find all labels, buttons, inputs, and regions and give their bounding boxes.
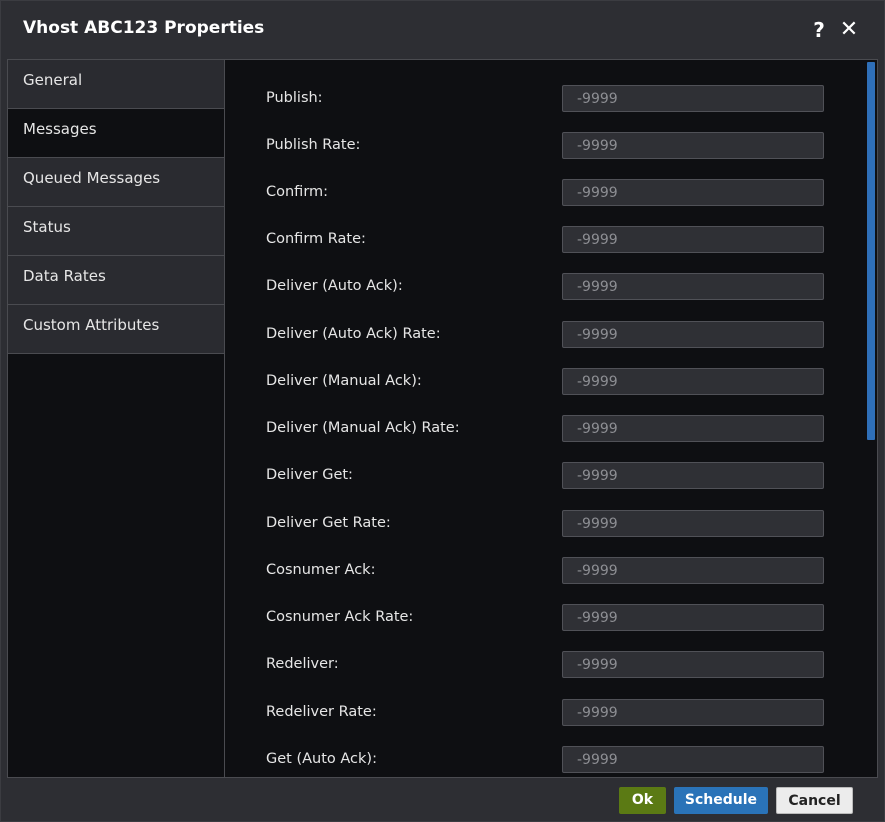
form-row: Cosnumer Ack: xyxy=(225,557,865,587)
redeliver-rate-input[interactable] xyxy=(562,699,824,726)
schedule-button[interactable]: Schedule xyxy=(674,787,768,814)
properties-dialog: Vhost ABC123 Properties ? ✕ General Mess… xyxy=(0,0,885,822)
dialog-content: General Messages Queued Messages Status … xyxy=(7,59,878,778)
form-row: Confirm Rate: xyxy=(225,226,865,256)
form-row: Cosnumer Ack Rate: xyxy=(225,604,865,634)
form-row: Deliver (Manual Ack) Rate: xyxy=(225,415,865,445)
publish-rate-input[interactable] xyxy=(562,132,824,159)
consumer-ack-rate-input[interactable] xyxy=(562,604,824,631)
field-label: Confirm: xyxy=(266,184,329,200)
deliver-auto-ack-input[interactable] xyxy=(562,273,824,300)
form-row: Confirm: xyxy=(225,179,865,209)
confirm-input[interactable] xyxy=(562,179,824,206)
field-label: Cosnumer Ack: xyxy=(266,562,376,578)
form-row: Redeliver Rate: xyxy=(225,699,865,729)
field-label: Redeliver: xyxy=(266,656,339,672)
field-label: Deliver (Manual Ack): xyxy=(266,373,422,389)
sidebar-item-custom-attributes[interactable]: Custom Attributes xyxy=(8,305,224,354)
sidebar-item-queued-messages[interactable]: Queued Messages xyxy=(8,158,224,207)
field-label: Redeliver Rate: xyxy=(266,704,377,720)
deliver-manual-ack-input[interactable] xyxy=(562,368,824,395)
sidebar-item-status[interactable]: Status xyxy=(8,207,224,256)
get-auto-ack-input[interactable] xyxy=(562,746,824,773)
sidebar-item-label: Status xyxy=(23,218,71,236)
form-row: Deliver Get: xyxy=(225,462,865,492)
sidebar-item-label: Custom Attributes xyxy=(23,316,160,334)
cancel-button[interactable]: Cancel xyxy=(776,787,853,814)
deliver-get-input[interactable] xyxy=(562,462,824,489)
deliver-auto-ack-rate-input[interactable] xyxy=(562,321,824,348)
field-label: Deliver (Auto Ack) Rate: xyxy=(266,326,441,342)
form-row: Deliver (Auto Ack): xyxy=(225,273,865,303)
field-label: Deliver (Manual Ack) Rate: xyxy=(266,420,460,436)
field-label: Cosnumer Ack Rate: xyxy=(266,609,414,625)
sidebar-item-data-rates[interactable]: Data Rates xyxy=(8,256,224,305)
field-label: Deliver (Auto Ack): xyxy=(266,278,403,294)
form-row: Publish Rate: xyxy=(225,132,865,162)
field-label: Deliver Get: xyxy=(266,467,353,483)
field-label: Get (Auto Ack): xyxy=(266,751,377,767)
publish-input[interactable] xyxy=(562,85,824,112)
field-label: Confirm Rate: xyxy=(266,231,366,247)
scrollbar-thumb[interactable] xyxy=(867,62,875,440)
form-row: Publish: xyxy=(225,85,865,115)
sidebar-nav: General Messages Queued Messages Status … xyxy=(8,60,225,777)
form-row: Get (Auto Ack): xyxy=(225,746,865,776)
field-label: Publish Rate: xyxy=(266,137,361,153)
dialog-titlebar: Vhost ABC123 Properties ? ✕ xyxy=(1,1,884,59)
help-icon[interactable]: ? xyxy=(807,15,831,45)
sidebar-item-label: Queued Messages xyxy=(23,169,161,187)
sidebar-item-label: General xyxy=(23,71,83,89)
deliver-manual-ack-rate-input[interactable] xyxy=(562,415,824,442)
form-row: Deliver (Manual Ack): xyxy=(225,368,865,398)
dialog-title: Vhost ABC123 Properties xyxy=(23,18,265,38)
field-label: Deliver Get Rate: xyxy=(266,515,391,531)
form-row: Deliver (Auto Ack) Rate: xyxy=(225,321,865,351)
sidebar-item-messages[interactable]: Messages xyxy=(8,109,224,158)
form-row: Redeliver: xyxy=(225,651,865,681)
scrollbar[interactable] xyxy=(865,60,877,777)
confirm-rate-input[interactable] xyxy=(562,226,824,253)
ok-button[interactable]: Ok xyxy=(619,787,666,814)
redeliver-input[interactable] xyxy=(562,651,824,678)
form-row: Deliver Get Rate: xyxy=(225,510,865,540)
messages-form: Publish: Publish Rate: Confirm: Confirm … xyxy=(225,60,865,777)
consumer-ack-input[interactable] xyxy=(562,557,824,584)
sidebar-item-label: Messages xyxy=(23,120,97,138)
sidebar-item-label: Data Rates xyxy=(23,267,106,285)
deliver-get-rate-input[interactable] xyxy=(562,510,824,537)
field-label: Publish: xyxy=(266,90,323,106)
close-icon[interactable]: ✕ xyxy=(837,15,861,45)
sidebar-item-general[interactable]: General xyxy=(8,60,224,109)
